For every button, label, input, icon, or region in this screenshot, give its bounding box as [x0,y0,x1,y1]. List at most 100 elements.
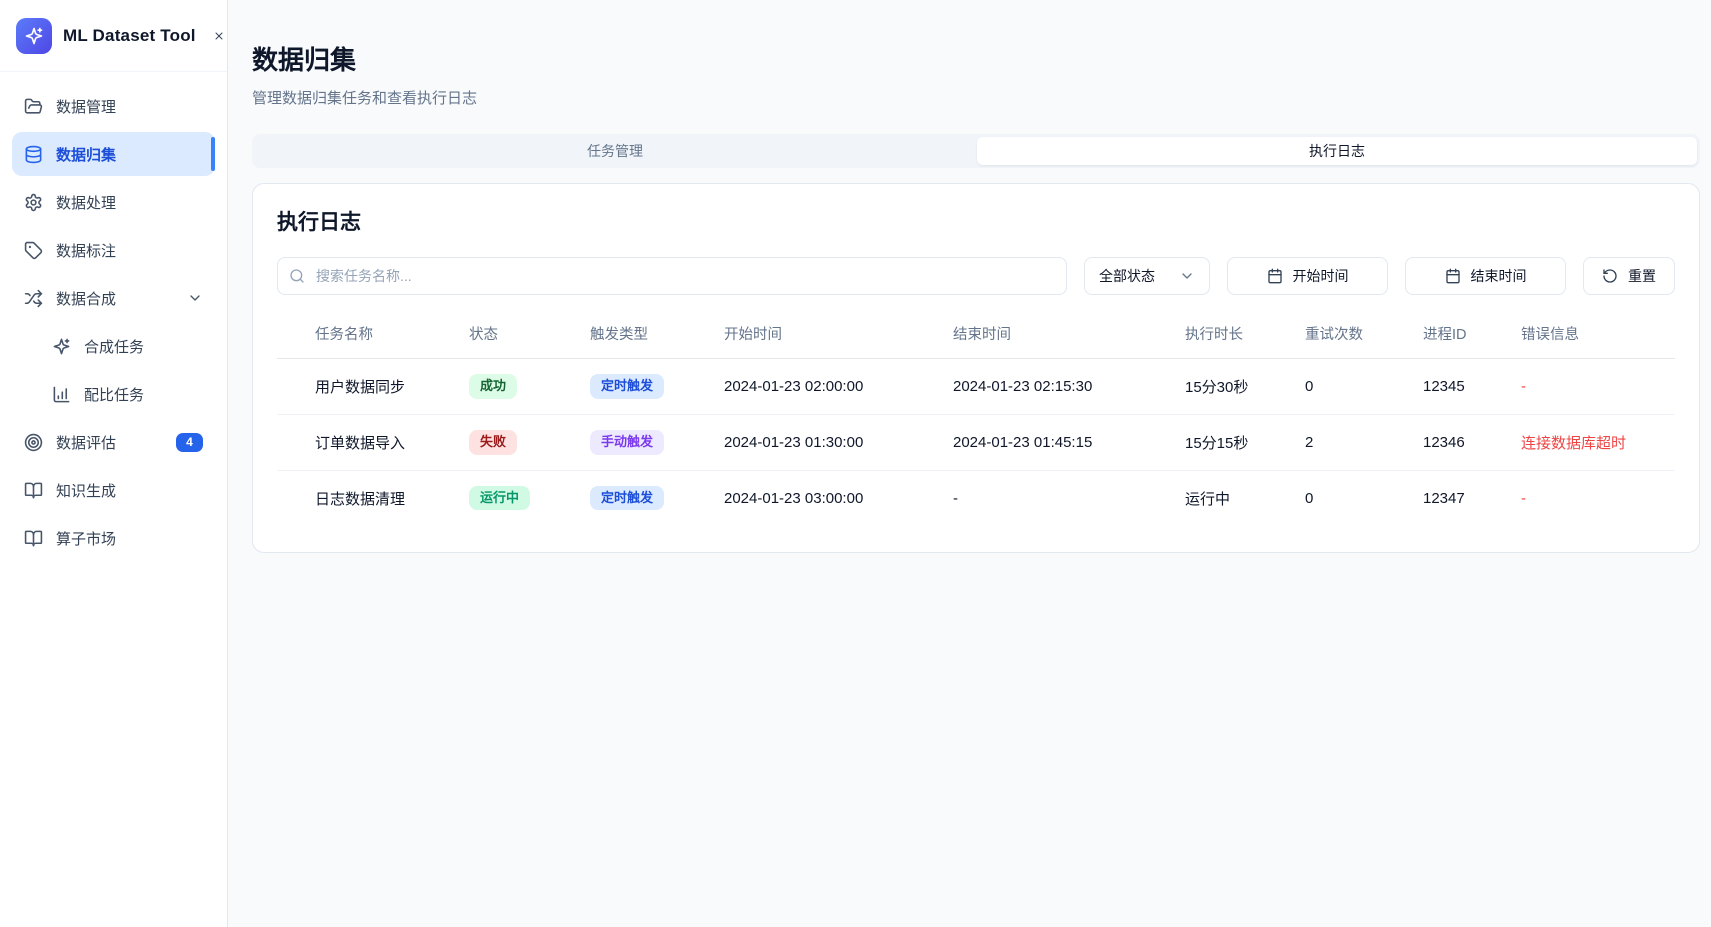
status-filter-value: 全部状态 [1099,266,1155,286]
status-badge: 失败 [469,430,517,455]
trigger-badge: 手动触发 [590,430,664,455]
sidebar: ML Dataset Tool 数据管理数据归集数据处理数据标注数据合成合成任务… [0,0,228,927]
status-filter-select[interactable]: 全部状态 [1084,257,1210,295]
table-row: 日志数据清理运行中定时触发2024-01-23 03:00:00-运行中0123… [277,470,1675,528]
search-box [277,257,1067,295]
task-name-cell: 用户数据同步 [277,358,469,414]
trigger-cell: 手动触发 [590,414,724,470]
sidebar-item-label: 数据处理 [56,192,116,213]
search-input[interactable] [277,257,1067,295]
table-row: 订单数据导入失败手动触发2024-01-23 01:30:002024-01-2… [277,414,1675,470]
sidebar-item-data-annotation[interactable]: 数据标注 [12,228,215,272]
sidebar-item-label: 数据标注 [56,240,116,261]
sidebar-item-synthesis-task[interactable]: 合成任务 [12,324,215,368]
book-open-icon [24,529,43,548]
trigger-badge: 定时触发 [590,486,664,511]
tab-task-management[interactable]: 任务管理 [255,137,975,165]
status-badge: 运行中 [469,486,530,511]
duration-cell: 运行中 [1185,470,1305,528]
sidebar-item-label: 知识生成 [56,480,116,501]
rotate-ccw-icon [1602,268,1618,284]
error-message-cell: - [1521,358,1675,414]
page-subtitle: 管理数据归集任务和查看执行日志 [252,91,1700,106]
table-header-row: 任务名称状态触发类型开始时间结束时间执行时长重试次数进程ID错误信息 [277,313,1675,359]
column-header: 任务名称 [277,313,469,359]
start-time-label: 开始时间 [1293,266,1349,286]
end-time-cell: 2024-01-23 01:45:15 [953,414,1185,470]
shuffle-icon [24,289,43,308]
calendar-icon [1445,268,1461,284]
sidebar-item-operator-market[interactable]: 算子市场 [12,516,215,560]
end-time-button[interactable]: 结束时间 [1405,257,1566,295]
trigger-badge: 定时触发 [590,374,664,399]
sidebar-item-label: 数据评估 [56,432,116,453]
sidebar-item-label: 数据归集 [56,144,116,165]
sidebar-item-ratio-task[interactable]: 配比任务 [12,372,215,416]
sidebar-header: ML Dataset Tool [0,0,227,72]
duration-cell: 15分30秒 [1185,358,1305,414]
sidebar-item-label: 数据合成 [56,288,116,309]
log-table: 任务名称状态触发类型开始时间结束时间执行时长重试次数进程ID错误信息 用户数据同… [277,313,1675,529]
error-message-cell: 连接数据库超时 [1521,414,1675,470]
sidebar-item-label: 数据管理 [56,96,116,117]
column-header: 结束时间 [953,313,1185,359]
sidebar-nav: 数据管理数据归集数据处理数据标注数据合成合成任务配比任务数据评估4 知识生成算子市… [0,72,227,572]
sidebar-item-label: 算子市场 [56,528,116,549]
status-cell: 成功 [469,358,590,414]
log-table-body: 用户数据同步成功定时触发2024-01-23 02:00:002024-01-2… [277,358,1675,528]
column-header: 触发类型 [590,313,724,359]
status-cell: 运行中 [469,470,590,528]
sidebar-item-data-collection[interactable]: 数据归集 [12,132,215,176]
column-header: 开始时间 [724,313,953,359]
reset-label: 重置 [1628,266,1656,286]
sidebar-item-label: 合成任务 [84,336,144,357]
tab-bar: 任务管理执行日志 [252,134,1700,168]
duration-cell: 15分15秒 [1185,414,1305,470]
status-cell: 失败 [469,414,590,470]
sidebar-item-data-evaluation[interactable]: 数据评估4 [12,420,215,464]
retry-count-cell: 2 [1305,414,1423,470]
column-header: 执行时长 [1185,313,1305,359]
process-id-cell: 12346 [1423,414,1521,470]
error-message-cell: - [1521,470,1675,528]
start-time-cell: 2024-01-23 03:00:00 [724,470,953,528]
process-id-cell: 12347 [1423,470,1521,528]
execution-logs-panel: 执行日志 全部状态 [252,183,1700,554]
sidebar-item-knowledge-generation[interactable]: 知识生成 [12,468,215,512]
sidebar-item-data-processing[interactable]: 数据处理 [12,180,215,224]
tab-execution-logs[interactable]: 执行日志 [977,137,1697,165]
status-badge: 成功 [469,374,517,399]
start-time-cell: 2024-01-23 02:00:00 [724,358,953,414]
filter-row: 全部状态 开始时间 结束时间 [277,257,1675,295]
table-row: 用户数据同步成功定时触发2024-01-23 02:00:002024-01-2… [277,358,1675,414]
calendar-icon [1267,268,1283,284]
start-time-cell: 2024-01-23 01:30:00 [724,414,953,470]
process-id-cell: 12345 [1423,358,1521,414]
database-icon [24,145,43,164]
sidebar-item-data-management[interactable]: 数据管理 [12,84,215,128]
sidebar-item-label: 配比任务 [84,384,144,405]
end-time-label: 结束时间 [1471,266,1527,286]
logo-sparkles-icon [24,26,44,46]
task-name-cell: 日志数据清理 [277,470,469,528]
retry-count-cell: 0 [1305,470,1423,528]
sparkles-icon [52,337,71,356]
reset-button[interactable]: 重置 [1583,257,1675,295]
tag-icon [24,241,43,260]
column-header: 进程ID [1423,313,1521,359]
app-logo [16,18,52,54]
trigger-cell: 定时触发 [590,470,724,528]
book-open-icon [24,481,43,500]
gear-icon [24,193,43,212]
app-window: ML Dataset Tool 数据管理数据归集数据处理数据标注数据合成合成任务… [0,0,1711,927]
page-title: 数据归集 [252,47,1700,73]
retry-count-cell: 0 [1305,358,1423,414]
chevron-down-icon [1179,268,1195,284]
start-time-button[interactable]: 开始时间 [1227,257,1388,295]
folder-open-icon [24,97,43,116]
column-header: 错误信息 [1521,313,1675,359]
trigger-cell: 定时触发 [590,358,724,414]
sidebar-item-data-synthesis[interactable]: 数据合成 [12,276,215,320]
search-icon [289,268,305,284]
target-icon [24,433,43,452]
